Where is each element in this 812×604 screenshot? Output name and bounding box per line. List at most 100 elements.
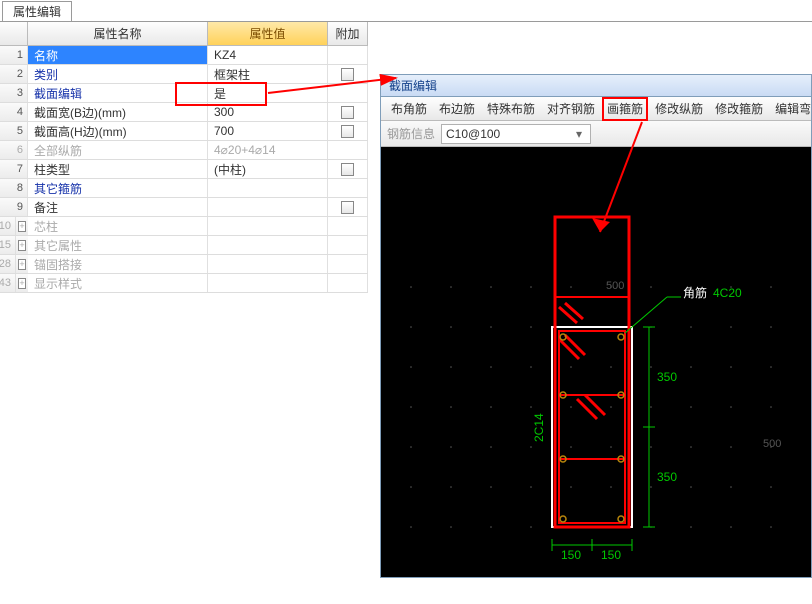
row-number: 28 — [0, 255, 16, 273]
grid-row[interactable]: 6全部纵筋4⌀20+4⌀14 — [0, 141, 368, 160]
prop-add[interactable] — [328, 179, 368, 197]
prop-value[interactable] — [208, 198, 328, 216]
section-canvas[interactable]: 500 500 — [381, 147, 811, 577]
toolbar-btn-4[interactable]: 画箍筋 — [601, 99, 649, 119]
prop-name: 截面高(H边)(mm) — [28, 122, 208, 140]
prop-value[interactable]: 框架柱 — [208, 65, 328, 83]
grid-row[interactable]: 8其它箍筋 — [0, 179, 368, 198]
corner-label: 角筋 — [683, 285, 707, 300]
checkbox-icon[interactable] — [341, 201, 354, 214]
column-outline — [552, 327, 632, 527]
prop-add[interactable] — [328, 160, 368, 178]
prop-name: 芯柱 — [28, 217, 208, 235]
prop-name: 截面宽(B边)(mm) — [28, 103, 208, 121]
dim-h1: 350 — [657, 370, 677, 384]
side-bar-label: 2C14 — [532, 413, 546, 442]
prop-add[interactable] — [328, 46, 368, 64]
prop-add[interactable] — [328, 84, 368, 102]
prop-name: 柱类型 — [28, 160, 208, 178]
prop-value[interactable]: KZ4 — [208, 46, 328, 64]
rebar-info-label: 钢筋信息 — [387, 125, 435, 142]
toolbar-btn-3[interactable]: 对齐钢筋 — [541, 99, 601, 119]
toolbar-btn-5[interactable]: 修改纵筋 — [649, 99, 709, 119]
prop-value[interactable]: 300 — [208, 103, 328, 121]
dim-h2: 350 — [657, 470, 677, 484]
prop-add[interactable] — [328, 122, 368, 140]
checkbox-icon[interactable] — [341, 68, 354, 81]
row-number: 1 — [0, 46, 28, 64]
prop-name: 名称 — [28, 46, 208, 64]
rebar-info-value: C10@100 — [446, 127, 500, 141]
grid-row[interactable]: 3截面编辑是 — [0, 84, 368, 103]
prop-add[interactable] — [328, 255, 368, 273]
expand-icon[interactable]: + — [16, 255, 28, 273]
prop-value[interactable] — [208, 236, 328, 254]
prop-add[interactable] — [328, 217, 368, 235]
prop-value[interactable] — [208, 217, 328, 235]
row-number: 9 — [0, 198, 28, 216]
toolbar-btn-1[interactable]: 布边筋 — [433, 99, 481, 119]
header-add: 附加 — [328, 22, 368, 45]
prop-value[interactable] — [208, 274, 328, 292]
prop-add[interactable] — [328, 141, 368, 159]
header-name: 属性名称 — [28, 22, 208, 45]
row-number: 3 — [0, 84, 28, 102]
prop-name: 全部纵筋 — [28, 141, 208, 159]
prop-add[interactable] — [328, 198, 368, 216]
prop-value[interactable]: 700 — [208, 122, 328, 140]
prop-value[interactable]: 是 — [208, 84, 328, 102]
prop-add[interactable] — [328, 274, 368, 292]
row-number: 6 — [0, 141, 28, 159]
toolbar-btn-0[interactable]: 布角筋 — [385, 99, 433, 119]
expand-icon[interactable]: + — [16, 217, 28, 235]
grid-header: 属性名称 属性值 附加 — [0, 22, 368, 46]
header-rownum — [0, 22, 28, 45]
toolbar-btn-6[interactable]: 修改箍筋 — [709, 99, 769, 119]
checkbox-icon[interactable] — [341, 125, 354, 138]
checkbox-icon[interactable] — [341, 163, 354, 176]
tick-top: 500 — [606, 280, 624, 292]
prop-name: 备注 — [28, 198, 208, 216]
grid-row[interactable]: 15+其它属性 — [0, 236, 368, 255]
toolbar-btn-7[interactable]: 编辑弯 — [769, 99, 812, 119]
row-number: 7 — [0, 160, 28, 178]
grid-row[interactable]: 7柱类型(中柱) — [0, 160, 368, 179]
toolbar-btn-2[interactable]: 特殊布筋 — [481, 99, 541, 119]
grid-row[interactable]: 2类别框架柱 — [0, 65, 368, 84]
prop-value[interactable] — [208, 179, 328, 197]
row-number: 8 — [0, 179, 28, 197]
row-number: 15 — [0, 236, 16, 254]
prop-name: 锚固搭接 — [28, 255, 208, 273]
grid-row[interactable]: 4截面宽(B边)(mm)300 — [0, 103, 368, 122]
grid-row[interactable]: 1名称KZ4 — [0, 46, 368, 65]
row-number: 5 — [0, 122, 28, 140]
section-title: 截面编辑 — [381, 75, 811, 97]
grid-row[interactable]: 9备注 — [0, 198, 368, 217]
tab-property-edit[interactable]: 属性编辑 — [2, 1, 72, 21]
prop-add[interactable] — [328, 65, 368, 83]
prop-add[interactable] — [328, 236, 368, 254]
header-value: 属性值 — [208, 22, 328, 45]
dim-b1: 150 — [561, 548, 581, 562]
section-editor: 截面编辑 布角筋布边筋特殊布筋对齐钢筋画箍筋修改纵筋修改箍筋编辑弯 钢筋信息 C… — [380, 74, 812, 578]
grid-row[interactable]: 10+芯柱 — [0, 217, 368, 236]
prop-name: 截面编辑 — [28, 84, 208, 102]
expand-icon[interactable]: + — [16, 274, 28, 292]
row-number: 4 — [0, 103, 28, 121]
grid-row[interactable]: 28+锚固搭接 — [0, 255, 368, 274]
expand-icon[interactable]: + — [16, 236, 28, 254]
prop-value[interactable]: 4⌀20+4⌀14 — [208, 141, 328, 159]
prop-add[interactable] — [328, 103, 368, 121]
grid-row[interactable]: 5截面高(H边)(mm)700 — [0, 122, 368, 141]
prop-name: 显示样式 — [28, 274, 208, 292]
checkbox-icon[interactable] — [341, 106, 354, 119]
section-subbar: 钢筋信息 C10@100 ▾ — [381, 121, 811, 147]
stirrup-outer — [555, 217, 629, 527]
row-number: 43 — [0, 274, 16, 292]
rebar-info-combo[interactable]: C10@100 ▾ — [441, 124, 591, 144]
prop-value[interactable] — [208, 255, 328, 273]
prop-value[interactable]: (中柱) — [208, 160, 328, 178]
chevron-down-icon: ▾ — [572, 127, 586, 141]
grid-row[interactable]: 43+显示样式 — [0, 274, 368, 293]
tick-right: 500 — [763, 438, 781, 450]
